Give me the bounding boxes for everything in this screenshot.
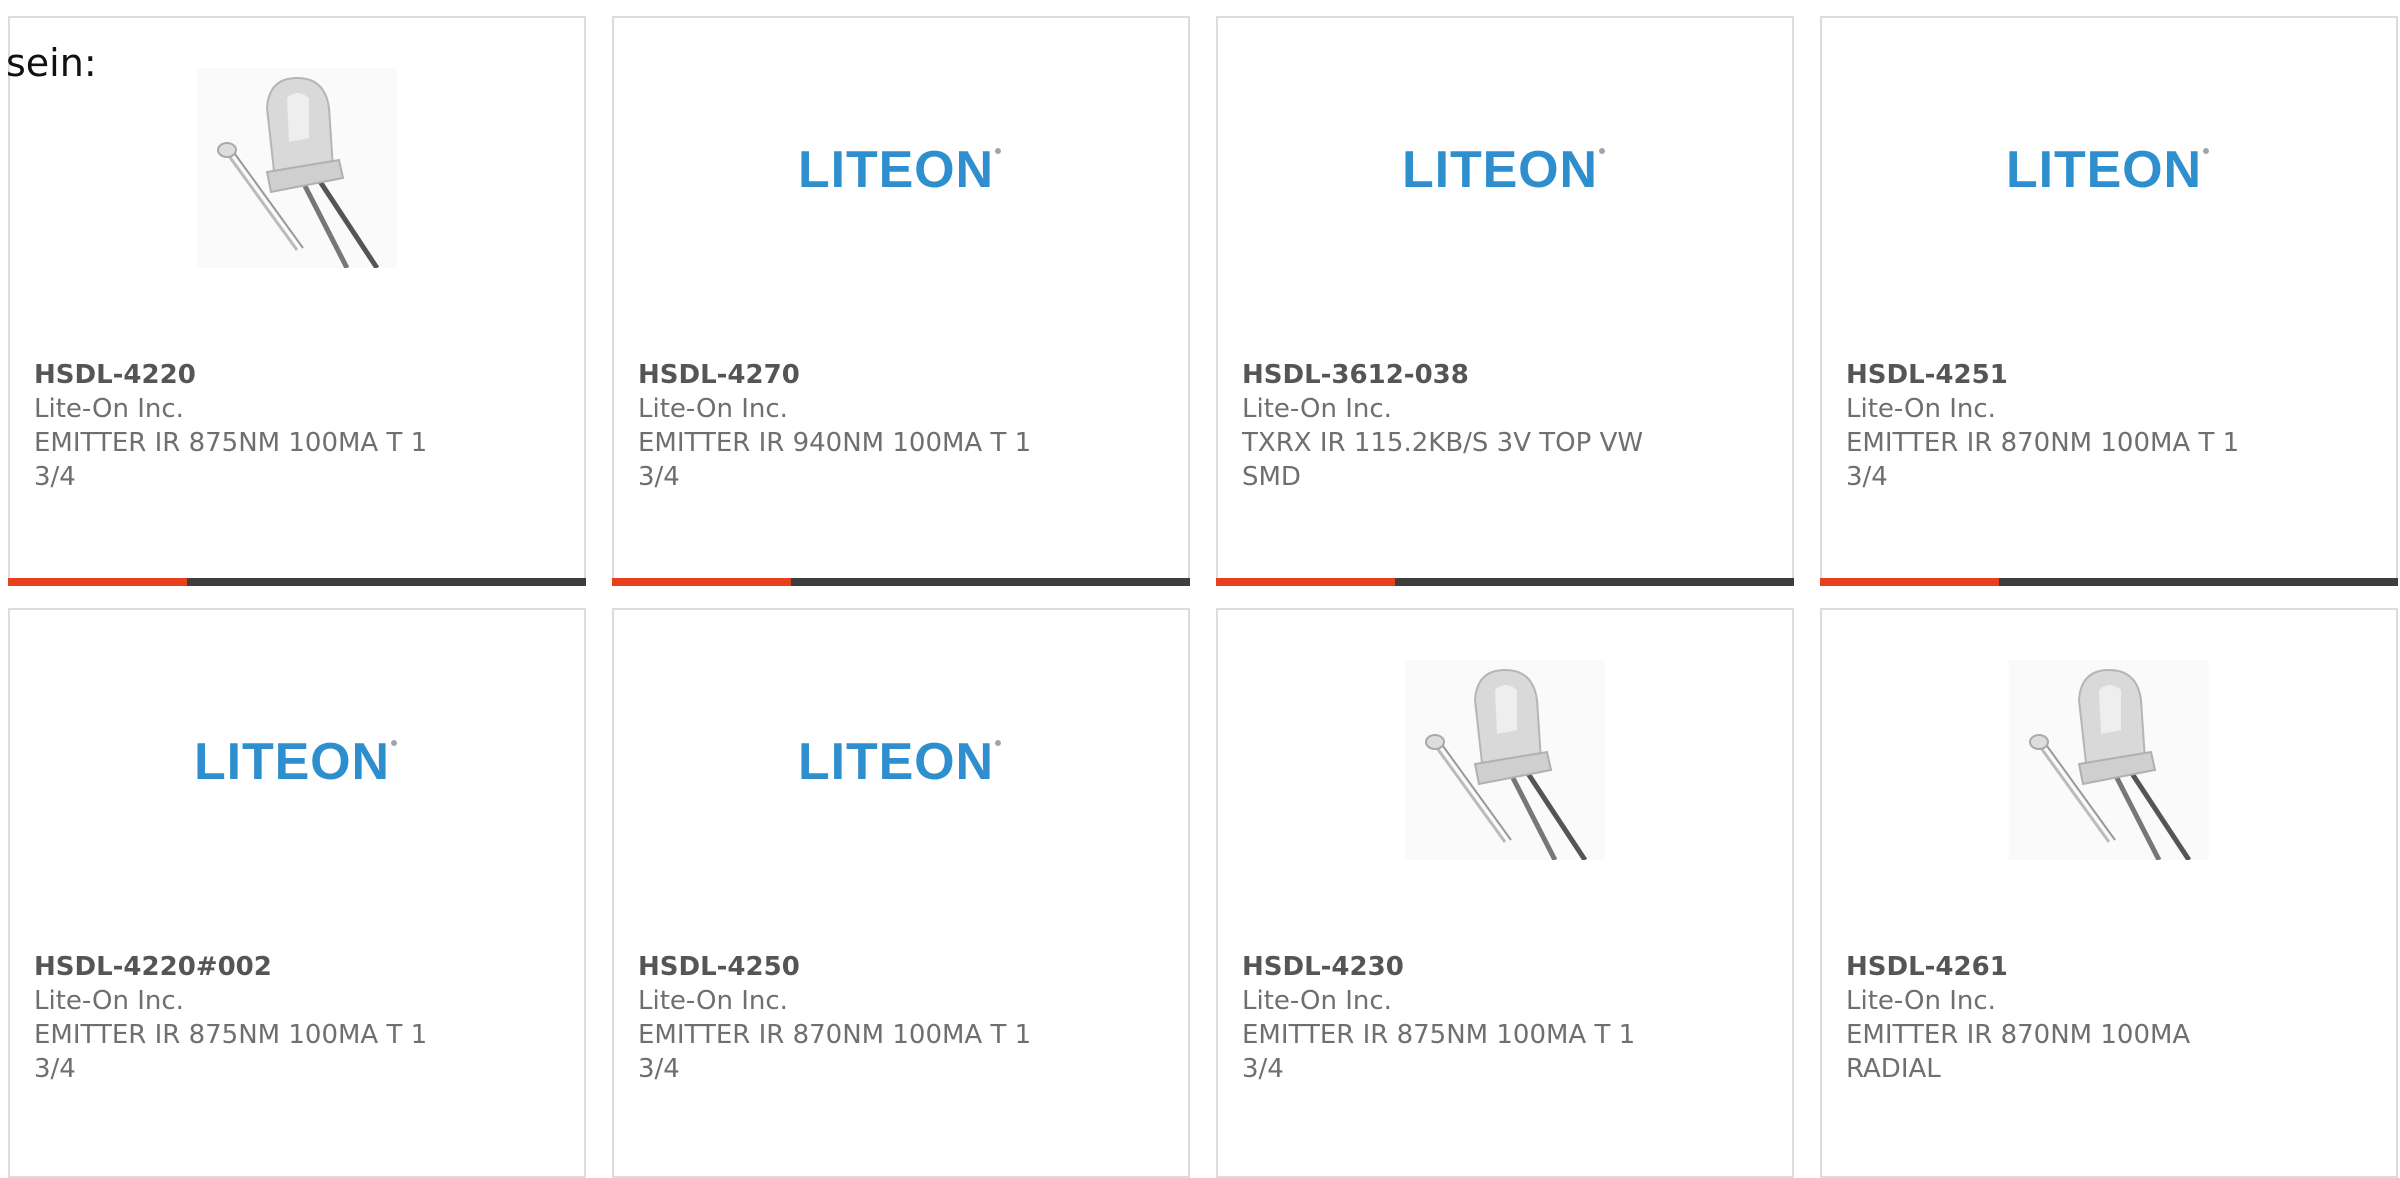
svg-text:LITEON: LITEON [798,735,990,785]
product-image: LITEON [614,660,1188,860]
liteon-logo: LITEON [194,735,397,785]
description-line: 3/4 [34,1054,76,1084]
svg-text:LITEON: LITEON [194,735,386,785]
part-number: HSDL-4250 [638,952,800,982]
product-info: HSDL-4220 Lite-On Inc. EMITTER IR 875NM … [34,358,454,494]
product-card[interactable]: HSDL-4230 Lite-On Inc. EMITTER IR 875NM … [1216,608,1794,1178]
card-accent-bar [612,578,1190,586]
description-line: 3/4 [34,462,76,492]
description-line: EMITTER IR 870NM 100MA [1846,1020,2191,1050]
manufacturer: Lite-On Inc. [1242,986,1392,1016]
description-line: 3/4 [1846,462,1888,492]
description-line: 3/4 [638,1054,680,1084]
product-image: LITEON [10,660,584,860]
product-card[interactable]: LITEON HSDL-4251 Lite-On Inc. EMITTER IR… [1820,16,2398,586]
part-number: HSDL-4230 [1242,952,1404,982]
part-number: HSDL-4251 [1846,360,2008,390]
manufacturer: Lite-On Inc. [638,986,788,1016]
led-image [197,68,397,268]
description-line: EMITTER IR 875NM 100MA T 1 [34,1020,428,1050]
product-card[interactable]: HSDL-4261 Lite-On Inc. EMITTER IR 870NM … [1820,608,2398,1178]
part-number: HSDL-4220#002 [34,952,272,982]
description-line: 3/4 [1242,1054,1284,1084]
description-line: 3/4 [638,462,680,492]
product-info: HSDL-4261 Lite-On Inc. EMITTER IR 870NM … [1846,950,2266,1086]
product-card[interactable]: LITEON HSDL-3612-038 Lite-On Inc. TXRX I… [1216,16,1794,586]
svg-text:LITEON: LITEON [2006,143,2198,193]
liteon-logo: LITEON [2006,143,2209,193]
product-info: HSDL-4270 Lite-On Inc. EMITTER IR 940NM … [638,358,1058,494]
description-line: EMITTER IR 875NM 100MA T 1 [1242,1020,1636,1050]
svg-text:LITEON: LITEON [1402,143,1594,193]
product-info: HSDL-3612-038 Lite-On Inc. TXRX IR 115.2… [1242,358,1662,494]
product-image [1822,660,2396,860]
intro-text: sein: [6,41,97,85]
description-line: RADIAL [1846,1054,1941,1084]
manufacturer: Lite-On Inc. [638,394,788,424]
product-image: LITEON [614,68,1188,268]
led-image [2009,660,2209,860]
product-image: LITEON [1218,68,1792,268]
manufacturer: Lite-On Inc. [34,394,184,424]
card-accent-bar [1216,578,1794,586]
product-info: HSDL-4250 Lite-On Inc. EMITTER IR 870NM … [638,950,1058,1086]
liteon-logo: LITEON [1402,143,1605,193]
manufacturer: Lite-On Inc. [1242,394,1392,424]
product-info: HSDL-4220#002 Lite-On Inc. EMITTER IR 87… [34,950,454,1086]
card-accent-bar [1820,578,2398,586]
part-number: HSDL-4261 [1846,952,2008,982]
liteon-logo: LITEON [798,735,1001,785]
product-image [1218,660,1792,860]
product-info: HSDL-4251 Lite-On Inc. EMITTER IR 870NM … [1846,358,2266,494]
description-line: EMITTER IR 940NM 100MA T 1 [638,428,1032,458]
product-image [10,68,584,268]
description-line: TXRX IR 115.2KB/S 3V TOP VW [1242,428,1644,458]
manufacturer: Lite-On Inc. [1846,986,1996,1016]
product-card[interactable]: LITEON HSDL-4270 Lite-On Inc. EMITTER IR… [612,16,1190,586]
description-line: EMITTER IR 870NM 100MA T 1 [1846,428,2240,458]
product-card[interactable]: HSDL-4220 Lite-On Inc. EMITTER IR 875NM … [8,16,586,586]
product-card[interactable]: LITEON HSDL-4220#002 Lite-On Inc. EMITTE… [8,608,586,1178]
part-number: HSDL-4220 [34,360,196,390]
manufacturer: Lite-On Inc. [1846,394,1996,424]
description-line: SMD [1242,462,1301,492]
part-number: HSDL-4270 [638,360,800,390]
product-card[interactable]: LITEON HSDL-4250 Lite-On Inc. EMITTER IR… [612,608,1190,1178]
svg-text:LITEON: LITEON [798,143,990,193]
manufacturer: Lite-On Inc. [34,986,184,1016]
led-image [1405,660,1605,860]
liteon-logo: LITEON [798,143,1001,193]
description-line: EMITTER IR 875NM 100MA T 1 [34,428,428,458]
product-image: LITEON [1822,68,2396,268]
product-info: HSDL-4230 Lite-On Inc. EMITTER IR 875NM … [1242,950,1662,1086]
part-number: HSDL-3612-038 [1242,360,1469,390]
description-line: EMITTER IR 870NM 100MA T 1 [638,1020,1032,1050]
card-accent-bar [8,578,586,586]
product-grid: HSDL-4220 Lite-On Inc. EMITTER IR 875NM … [8,16,2398,1178]
